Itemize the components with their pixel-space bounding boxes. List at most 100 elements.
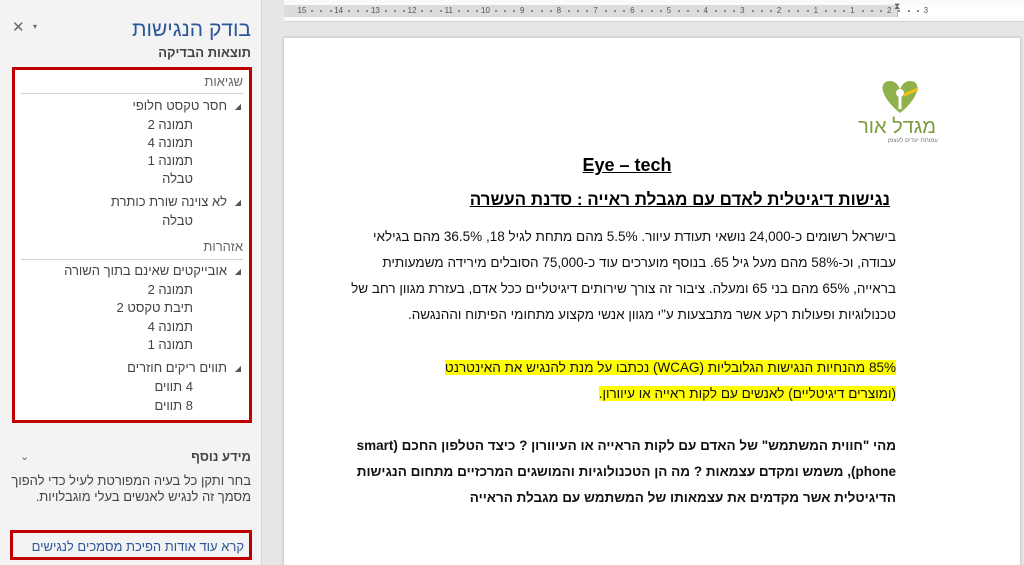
ruler-tick-mark [916,10,919,12]
ruler-tick-mark [751,10,754,12]
logo-subtitle: עמותת יעדים לעצמן [887,138,938,144]
expand-caret-icon[interactable]: ◢ [231,198,241,207]
ruler-tick-mark [568,10,571,12]
chevron-down-icon[interactable]: ⌄ [20,450,29,463]
group-label: תווים ריקים חוזרים [127,360,227,375]
ruler-tick-mark [604,10,607,12]
logo-text: מגדל אור [858,116,936,138]
ruler-tick-mark [724,10,727,12]
result-item[interactable]: תיבת טקסט 2 [117,300,193,318]
ruler-tick-label: 2 [776,6,782,15]
close-icon[interactable]: ✕ [12,18,25,36]
ruler-tick-mark [678,10,681,12]
expand-caret-icon[interactable]: ◢ [231,102,241,111]
ruler-tick-label: 11 [444,6,453,15]
ruler-tick-label: 5 [666,6,672,15]
ruler-tick-mark [843,10,846,12]
accessibility-checker-pane: ✕ ▾ בודק הנגישות תוצאות הבדיקה שגיאות ◢ ח… [0,0,262,565]
group-label: אובייקטים שאינם בתוך השורה [64,263,227,278]
group-label: לא צוינה שורת כותרת [110,194,227,209]
ruler-tick-mark [577,10,580,12]
ruler-tick-mark [402,10,405,12]
ruler-tick-label: 2 [886,6,892,15]
result-item[interactable]: 4 תווים [154,379,193,397]
document-page[interactable]: מגדל אור עמותת יעדים לעצמן Eye – tech נג… [284,38,1020,565]
result-item[interactable]: תמונה 2 [148,117,193,135]
ruler-tick-mark [439,10,442,12]
ruler-tick-mark [824,10,827,12]
ruler-tick-mark [476,10,479,12]
additional-info-text: בחר ותקן כל בעיה המפורטת לעיל כדי להפוך … [11,473,251,504]
ruler-tick-mark [659,10,662,12]
read-more-link[interactable]: קרא עוד אודות הפיכת מסמכים לנגישים [32,539,244,554]
warning-group-repeated-blank-chars[interactable]: ◢ תווים ריקים חוזרים [127,360,241,378]
expand-caret-icon[interactable]: ◢ [231,364,241,373]
ruler-tick-mark [788,10,791,12]
indent-marker-icon[interactable]: ⧗ [894,1,900,12]
ruler-tick-mark [366,10,369,12]
ruler-tick-mark [870,10,873,12]
paragraph: מהי "חווית המשתמש" של האדם עם לקות הראיי… [356,438,896,505]
ruler-tick-mark [494,10,497,12]
ruler-tick-label: 10 [481,6,490,15]
divider [21,93,243,94]
group-label: חסר טקסט חלופי [132,98,227,113]
result-item[interactable]: תמונה 4 [148,135,193,153]
expand-caret-icon[interactable]: ◢ [231,267,241,276]
ruler-tick-mark [531,10,534,12]
ruler-tick-mark [357,10,360,12]
ruler-tick-mark [384,10,387,12]
ruler-tick-mark [714,10,717,12]
paragraph: בישראל רשומים כ-24,000 נושאי תעודת עיוור… [351,229,896,322]
inspection-results-list: שגיאות ◢ חסר טקסט חלופי תמונה 2 תמונה 4 ת… [12,67,252,423]
ruler-tick-mark [613,10,616,12]
warning-group-floating-objects[interactable]: ◢ אובייקטים שאינם בתוך השורה [64,263,241,281]
highlighted-line: (ומוצרים דיגיטליים) לאנשים עם לקות ראייה… [598,386,896,401]
ruler-tick-mark [586,10,589,12]
document-title: Eye – tech [582,155,672,175]
ruler-tick-mark [393,10,396,12]
ruler-tick-label: 9 [519,6,525,15]
ruler-tick-mark [467,10,470,12]
ruler-tick-mark [861,10,864,12]
ruler-tick-label: 13 [370,6,380,15]
ruler-tick-mark [907,10,910,12]
horizontal-ruler[interactable]: 15 14 13 12 11 10 9 8 7 6 5 4 3 2 1 1 2 3 ⧗ [284,0,1024,22]
ruler-tick-mark [733,10,736,12]
ruler-tick-label: 12 [407,6,417,15]
ruler-tick-mark [769,10,772,12]
result-item[interactable]: תמונה 4 [148,319,193,337]
ruler-tick-mark [797,10,800,12]
ruler-tick-mark [880,10,883,12]
result-item[interactable]: תמונה 2 [148,282,193,300]
ruler-tick-mark [834,10,837,12]
ruler-tick-mark [421,10,424,12]
ruler-tick-label: 3 [740,6,745,15]
ruler-tick-mark [311,10,314,12]
ruler-tick-mark [641,10,644,12]
result-item[interactable]: טבלה [162,171,193,189]
pane-options-icon[interactable]: ▾ [33,22,37,31]
error-group-missing-alt-text[interactable]: ◢ חסר טקסט חלופי [132,98,241,116]
results-heading: תוצאות הבדיקה [158,45,251,60]
result-item[interactable]: תמונה 1 [148,337,193,355]
ruler-tick-mark [806,10,809,12]
ruler-tick-mark [650,10,653,12]
ruler-tick-label: 1 [813,6,819,15]
result-item[interactable]: טבלה [162,213,193,231]
error-group-no-header-row[interactable]: ◢ לא צוינה שורת כותרת [111,194,241,212]
ruler-tick-label: 4 [703,6,708,15]
ruler-tick-label: 1 [850,6,855,15]
result-item[interactable]: 8 תווים [154,398,193,416]
ruler-tick-mark [513,10,516,12]
ruler-tick-mark [320,10,323,12]
warnings-heading: אזהרות [203,239,243,254]
ruler-tick-label: 3 [923,6,929,15]
ruler-tick-mark [347,10,350,12]
errors-heading: שגיאות [204,74,243,89]
pane-title: בודק הנגישות [132,18,251,41]
ruler-tick-mark [760,10,763,12]
ruler-tick-mark [540,10,543,12]
ruler-tick-mark [623,10,626,12]
result-item[interactable]: תמונה 1 [148,153,193,171]
